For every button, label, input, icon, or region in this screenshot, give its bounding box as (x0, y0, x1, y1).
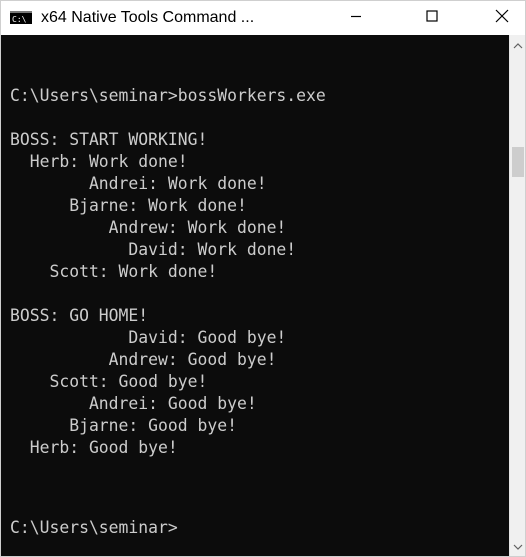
console-line: C:\Users\seminar> (10, 518, 178, 537)
console-line: Bjarne: Work done! (10, 196, 247, 215)
chevron-down-icon[interactable] (512, 540, 524, 552)
chevron-up-icon[interactable] (512, 39, 524, 51)
maximize-button[interactable] (409, 1, 455, 35)
close-icon (495, 9, 509, 28)
console-line: C:\Users\seminar>bossWorkers.exe (10, 86, 326, 105)
console-line: Andrei: Good bye! (10, 394, 257, 413)
title-bar[interactable]: C:\ x64 Native Tools Command ... (1, 1, 525, 35)
console-line: Andrew: Work done! (10, 218, 287, 237)
console-line: Scott: Good bye! (10, 372, 208, 391)
console-line: BOSS: GO HOME! (10, 306, 149, 325)
maximize-icon (426, 9, 438, 27)
console-line: BOSS: START WORKING! (10, 130, 208, 149)
console-line: Herb: Work done! (10, 152, 188, 171)
console-line: Bjarne: Good bye! (10, 416, 237, 435)
console-line: Scott: Work done! (10, 262, 218, 281)
minimize-icon (350, 9, 362, 27)
console-line: Andrei: Work done! (10, 174, 267, 193)
console-line: Andrew: Good bye! (10, 350, 277, 369)
vertical-scrollbar[interactable] (509, 35, 525, 556)
svg-text:C:\: C:\ (12, 15, 27, 24)
scrollbar-thumb[interactable] (512, 147, 524, 177)
cmd-icon[interactable]: C:\ (10, 11, 32, 24)
console-output[interactable]: C:\Users\seminar>bossWorkers.exe BOSS: S… (1, 35, 509, 556)
window-title: x64 Native Tools Command ... (41, 9, 255, 26)
console-line: David: Good bye! (10, 328, 287, 347)
minimize-button[interactable] (333, 1, 379, 35)
close-button[interactable] (479, 1, 525, 35)
console-window: C:\ x64 Native Tools Command ... C:\User… (0, 0, 526, 557)
console-line: Herb: Good bye! (10, 438, 178, 457)
console-line: David: Work done! (10, 240, 297, 259)
